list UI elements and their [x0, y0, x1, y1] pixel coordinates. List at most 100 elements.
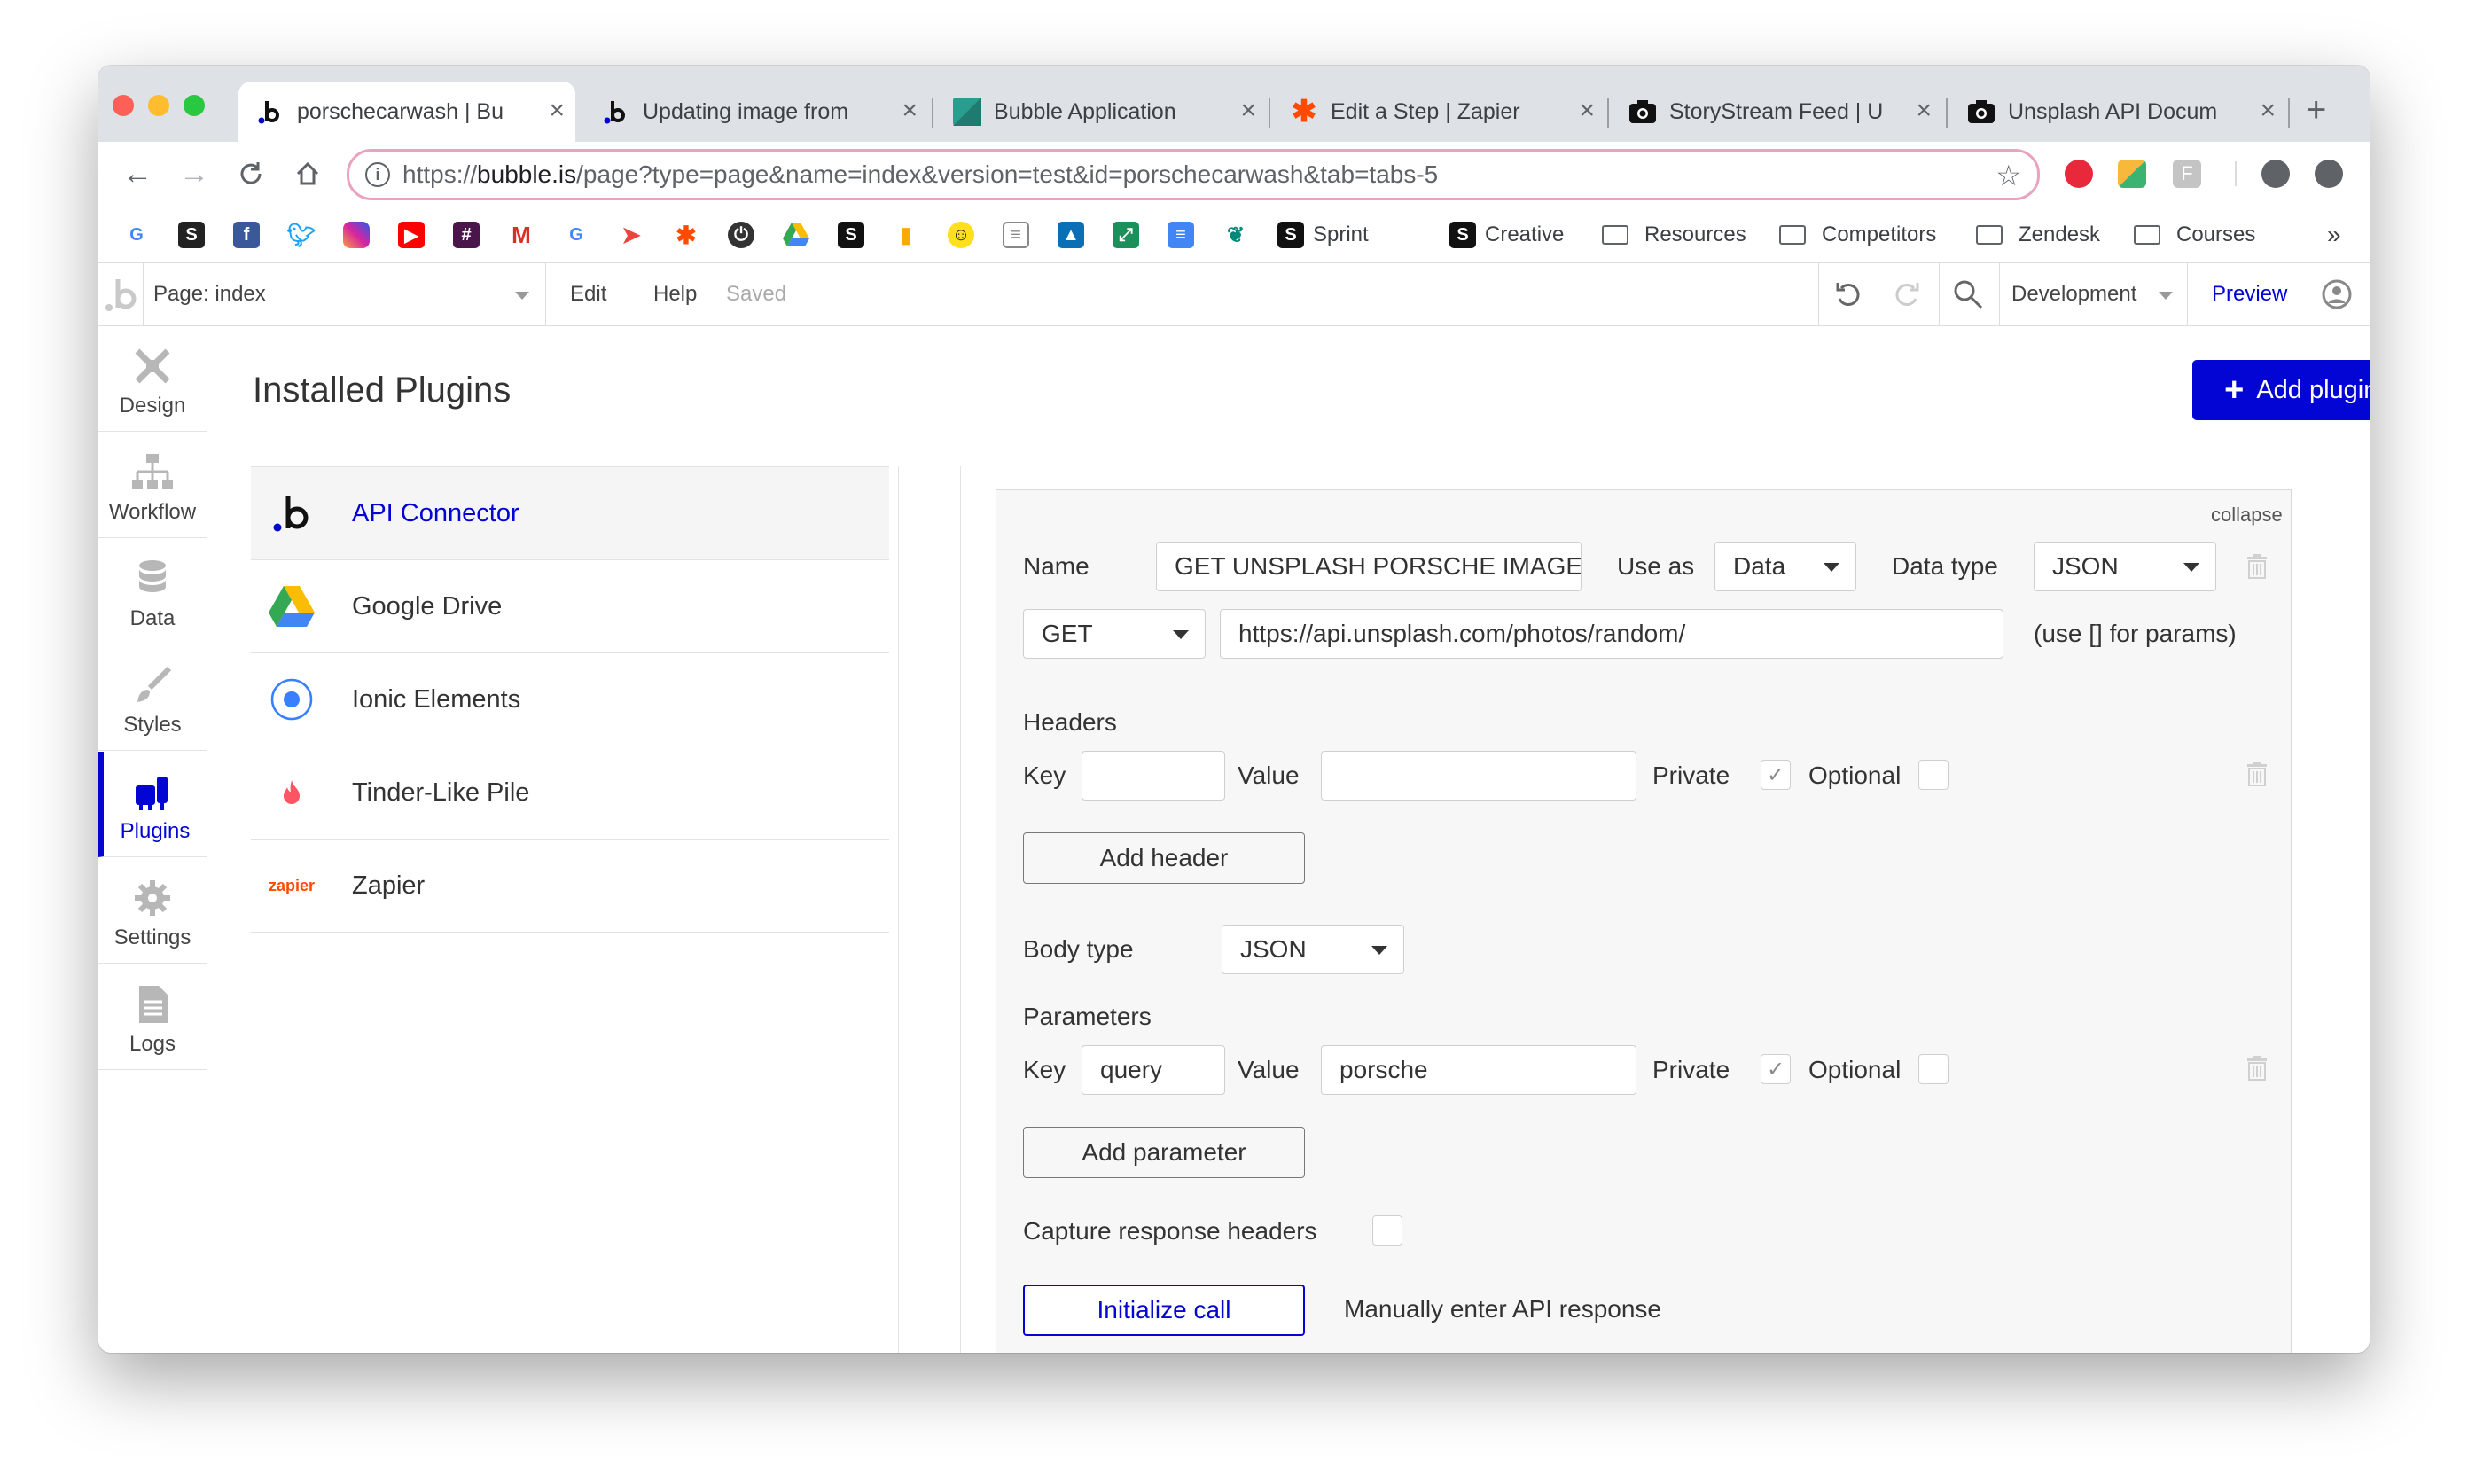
bookmarks-more-button[interactable]: » [2327, 222, 2341, 248]
star-icon[interactable]: ☆ [1995, 159, 2021, 192]
environment-selector[interactable]: Development [2011, 281, 2136, 308]
param-key-input[interactable]: query [1082, 1045, 1225, 1095]
google-drive-icon[interactable] [783, 222, 809, 248]
image-app-icon[interactable]: ▲ [1058, 222, 1084, 248]
initialize-call-button[interactable]: Initialize call [1023, 1285, 1305, 1336]
slack-icon[interactable]: # [453, 222, 480, 248]
analytics-icon[interactable]: ▮ [893, 222, 919, 248]
instagram-icon[interactable] [343, 222, 370, 248]
add-header-button[interactable]: Add header [1023, 832, 1305, 884]
close-icon[interactable]: × [1579, 98, 1595, 124]
google-icon[interactable]: G [123, 222, 150, 248]
close-icon[interactable]: × [1240, 98, 1256, 124]
maximize-window-button[interactable] [184, 95, 205, 116]
s-icon[interactable]: S [838, 222, 864, 248]
capture-headers-checkbox[interactable] [1372, 1215, 1402, 1246]
stack-icon[interactable]: ≡ [1003, 222, 1029, 248]
info-icon[interactable]: i [365, 162, 390, 187]
param-optional-checkbox[interactable] [1918, 1054, 1949, 1084]
add-plugins-button[interactable]: + Add plugins [2192, 360, 2370, 420]
s-icon[interactable]: S [178, 222, 205, 248]
use-as-dropdown[interactable]: Data [1714, 542, 1856, 591]
forward-icon[interactable]: → [173, 152, 215, 195]
youtube-icon[interactable]: ▶ [398, 222, 425, 248]
call-name-input[interactable]: GET UNSPLASH PORSCHE IMAGE [1156, 542, 1582, 591]
sidebar-item-settings[interactable]: Settings [98, 858, 207, 964]
bookmark-sprint[interactable]: Sprint [1313, 222, 1369, 248]
back-icon[interactable]: ← [116, 152, 159, 195]
s-icon[interactable]: S [1277, 222, 1304, 248]
close-window-button[interactable] [113, 95, 134, 116]
reload-icon[interactable] [230, 152, 272, 195]
home-icon[interactable] [286, 152, 329, 195]
sidebar-item-design[interactable]: Design [98, 326, 207, 432]
close-icon[interactable]: × [549, 98, 565, 124]
extension-icon[interactable] [2118, 160, 2146, 188]
undo-icon[interactable] [1834, 279, 1864, 314]
opera-extension-icon[interactable] [2065, 160, 2093, 188]
manual-response-link[interactable]: Manually enter API response [1344, 1293, 1661, 1325]
address-bar[interactable]: i https://bubble.is/page?type=page&name=… [347, 149, 2040, 200]
chevron-down-icon[interactable] [2159, 292, 2173, 300]
feedly-icon[interactable]: ⤢ [1113, 222, 1139, 248]
sidebar-item-workflow[interactable]: Workflow [98, 433, 207, 538]
collapse-link[interactable]: collapse [2211, 499, 2283, 531]
tab-storystream[interactable]: StoryStream Feed | U × [1611, 82, 1942, 142]
google-icon[interactable]: G [563, 222, 590, 248]
tab-porschecarwash[interactable]: porschecarwash | Bu × [238, 82, 575, 142]
arrow-extension-icon[interactable]: ➤ [618, 222, 644, 248]
search-icon[interactable] [1953, 279, 1983, 314]
tab-unsplash[interactable]: Unsplash API Docum × [1949, 82, 2286, 142]
docs-icon[interactable]: ≡ [1168, 222, 1194, 248]
bubble-logo-icon[interactable] [104, 276, 139, 317]
preview-link[interactable]: Preview [2212, 281, 2287, 308]
close-icon[interactable]: × [2260, 98, 2276, 124]
plugin-item-google-drive[interactable]: Google Drive [251, 560, 889, 653]
header-optional-checkbox[interactable] [1918, 760, 1949, 790]
header-value-input[interactable] [1321, 751, 1636, 801]
plugin-item-zapier[interactable]: zapier Zapier [251, 840, 889, 933]
sidebar-item-styles[interactable]: Styles [98, 645, 207, 751]
close-icon[interactable]: × [902, 98, 918, 124]
s-icon[interactable]: S [1449, 222, 1476, 248]
mailchimp-icon[interactable]: ☺ [948, 222, 974, 248]
tab-bubble-application[interactable]: Bubble Application × [935, 82, 1267, 142]
trash-icon[interactable] [2246, 554, 2268, 579]
plugin-item-tinder-like-pile[interactable]: Tinder-Like Pile [251, 746, 889, 840]
sidebar-item-plugins[interactable]: Plugins [98, 752, 207, 857]
redo-icon[interactable] [1891, 279, 1921, 314]
bookmark-resources[interactable]: Resources [1644, 222, 1746, 248]
bookmark-courses[interactable]: Courses [2176, 222, 2255, 248]
f-extension-icon[interactable]: F [2173, 160, 2201, 188]
new-tab-button[interactable]: + [2306, 92, 2326, 128]
param-private-checkbox[interactable]: ✓ [1761, 1054, 1791, 1084]
add-parameter-button[interactable]: Add parameter [1023, 1127, 1305, 1178]
plugin-item-api-connector[interactable]: API Connector [251, 467, 889, 560]
data-type-dropdown[interactable]: JSON [2034, 542, 2216, 591]
chevron-down-icon[interactable] [515, 292, 529, 300]
header-key-input[interactable] [1082, 751, 1225, 801]
body-type-dropdown[interactable]: JSON [1222, 925, 1404, 974]
facebook-icon[interactable]: f [233, 222, 260, 248]
endpoint-url-input[interactable]: https://api.unsplash.com/photos/random/ [1220, 609, 2003, 659]
tab-zapier[interactable]: ✱ Edit a Step | Zapier × [1272, 82, 1605, 142]
trash-icon[interactable] [2246, 762, 2268, 786]
timer-icon[interactable]: ⏻ [728, 222, 754, 248]
update-icon[interactable] [2315, 160, 2343, 188]
plugin-item-ionic-elements[interactable]: Ionic Elements [251, 653, 889, 746]
sidebar-item-data[interactable]: Data [98, 539, 207, 644]
http-method-dropdown[interactable]: GET [1023, 609, 1206, 659]
trash-icon[interactable] [2246, 1056, 2268, 1081]
header-private-checkbox[interactable]: ✓ [1761, 760, 1791, 790]
edit-menu[interactable]: Edit [570, 281, 606, 308]
sidebar-item-logs[interactable]: Logs [98, 965, 207, 1070]
bookmark-competitors[interactable]: Competitors [1822, 222, 1936, 248]
bookmark-creative[interactable]: Creative [1485, 222, 1564, 248]
param-value-input[interactable]: porsche [1321, 1045, 1636, 1095]
page-selector[interactable]: Page: index [153, 281, 266, 308]
close-icon[interactable]: × [1916, 98, 1932, 124]
evernote-icon[interactable]: ❦ [1222, 222, 1249, 248]
user-avatar-icon[interactable] [2322, 279, 2352, 314]
tab-updating-image[interactable]: Updating image from × [584, 82, 928, 142]
help-menu[interactable]: Help [653, 281, 697, 308]
